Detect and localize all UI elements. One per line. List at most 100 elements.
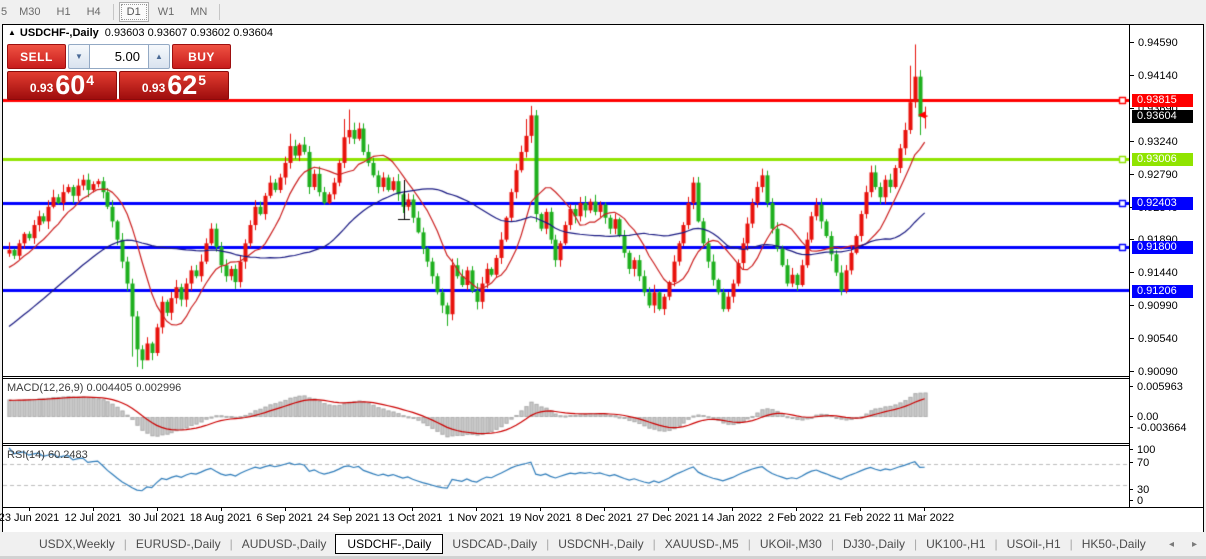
axis-tick xyxy=(1130,338,1134,339)
timeframe-5[interactable]: 5 xyxy=(1,3,10,21)
rsi-value: 60.2483 xyxy=(48,449,88,461)
chart-tab-usdcad-daily[interactable]: USDCAD-,Daily xyxy=(443,534,546,554)
chart-tab-eurusd-daily[interactable]: EURUSD-,Daily xyxy=(127,534,230,554)
timeframe-w1[interactable]: W1 xyxy=(151,3,182,21)
date-tick xyxy=(221,508,222,511)
indicator-axis-label: 0 xyxy=(1129,495,1206,507)
price-axis: 0.945900.941400.936900.932400.927900.923… xyxy=(1129,25,1203,507)
chart-tab-audusd-daily[interactable]: AUDUSD-,Daily xyxy=(233,534,336,554)
axis-tick xyxy=(1130,42,1134,43)
collapse-trade-panel-icon[interactable]: ▲ xyxy=(8,28,16,37)
axis-tick xyxy=(1129,489,1133,490)
date-tick xyxy=(604,508,605,511)
date-axis-label: 13 Oct 2021 xyxy=(382,512,442,524)
date-axis-label: 24 Sep 2021 xyxy=(317,512,379,524)
axis-tick xyxy=(1129,449,1133,450)
scroll-tabs-left-icon[interactable]: ◂ xyxy=(1160,539,1183,550)
rsi-name: RSI(14) xyxy=(7,449,45,461)
price-line-marker: 0.92403 xyxy=(1132,197,1193,210)
price-axis-label: 0.91440 xyxy=(1130,267,1206,279)
timeframe-toolbar: 5M30H1H4 D1W1MN xyxy=(0,0,1206,23)
sell-price-pips: 60 xyxy=(55,72,85,98)
price-line-marker: 0.93604 xyxy=(1132,110,1193,123)
price-line-marker: 0.93006 xyxy=(1132,153,1193,166)
sell-price-prefix: 0.93 xyxy=(30,81,53,95)
axis-tick xyxy=(1129,500,1133,501)
sell-price-point: 4 xyxy=(86,72,94,88)
one-click-trade-panel: SELL ▼ 5.00 ▲ BUY 0.93604 0.93625 xyxy=(7,44,231,100)
scroll-tabs-right-icon[interactable]: ▸ xyxy=(1183,539,1206,550)
axis-tick xyxy=(1129,427,1133,428)
buy-price-pips: 62 xyxy=(167,72,197,98)
date-axis-label: 11 Mar 2022 xyxy=(893,512,954,524)
sell-price-display[interactable]: 0.93604 xyxy=(7,71,117,100)
chart-tab-dj30-daily[interactable]: DJ30-,Daily xyxy=(834,534,914,554)
axis-tick xyxy=(1130,174,1134,175)
chart-tab-usdcnh-daily[interactable]: USDCNH-,Daily xyxy=(549,534,652,554)
macd-name: MACD(12,26,9) xyxy=(7,382,83,394)
axis-tick xyxy=(1130,305,1134,306)
date-tick xyxy=(476,508,477,511)
rsi-label: RSI(14) 60.2483 xyxy=(7,449,88,461)
axis-tick xyxy=(1129,386,1133,387)
timeframe-h4[interactable]: H4 xyxy=(80,3,108,21)
chart-tab-hk50-daily[interactable]: HK50-,Daily xyxy=(1073,534,1155,554)
timeframe-mn[interactable]: MN xyxy=(183,3,214,21)
mt4-terminal: { "toolbar": { "timeframes": [ {"label":… xyxy=(0,0,1206,559)
price-axis-label: 0.90990 xyxy=(1130,300,1206,312)
chart-title: ▲ USDCHF-,Daily 0.93603 0.93607 0.93602 0.… xyxy=(8,27,273,41)
axis-tick xyxy=(1129,462,1133,463)
date-axis-label: 23 Jun 2021 xyxy=(0,512,59,524)
chart-tab-bar: USDX,Weekly|EURUSD-,Daily|AUDUSD-,DailyU… xyxy=(0,532,1206,557)
buy-price-point: 5 xyxy=(198,72,206,88)
volume-increase-button[interactable]: ▲ xyxy=(148,44,170,69)
price-axis-label: 0.92790 xyxy=(1130,169,1206,181)
date-tick xyxy=(157,508,158,511)
date-tick xyxy=(860,508,861,511)
chart-tab-ukoil-m30[interactable]: UKOil-,M30 xyxy=(751,534,831,554)
date-axis-label: 19 Nov 2021 xyxy=(509,512,571,524)
price-line-marker: 0.93815 xyxy=(1132,94,1193,107)
rsi-indicator-canvas[interactable] xyxy=(3,446,1129,507)
buy-price-display[interactable]: 0.93625 xyxy=(119,71,229,100)
volume-decrease-button[interactable]: ▼ xyxy=(68,44,90,69)
date-axis-label: 1 Nov 2021 xyxy=(448,512,504,524)
chart-tab-usdchf-daily[interactable]: USDCHF-,Daily xyxy=(335,534,443,554)
panel-splitter[interactable] xyxy=(3,376,1203,379)
indicator-axis-label: 0.005963 xyxy=(1129,381,1206,393)
buy-price-prefix: 0.93 xyxy=(142,81,165,95)
axis-tick xyxy=(1130,371,1134,372)
date-axis: 23 Jun 202112 Jul 202130 Jul 202118 Aug … xyxy=(3,507,1203,532)
chevron-down-icon: ▼ xyxy=(75,52,83,61)
indicator-axis-label: 100 xyxy=(1129,444,1206,456)
buy-button[interactable]: BUY xyxy=(172,44,231,69)
chart-tab-uk100-h1[interactable]: UK100-,H1 xyxy=(917,534,994,554)
date-tick xyxy=(732,508,733,511)
timeframe-d1[interactable]: D1 xyxy=(119,2,149,22)
indicator-axis-label: -0.003664 xyxy=(1129,422,1206,434)
ohlc-quotes: 0.93603 0.93607 0.93602 0.93604 xyxy=(105,27,273,39)
price-axis-label: 0.94590 xyxy=(1130,37,1206,49)
timeframe-m30[interactable]: M30 xyxy=(12,3,47,21)
volume-input[interactable]: 5.00 xyxy=(90,44,148,69)
chart-tab-usoil-h1[interactable]: USOil-,H1 xyxy=(998,534,1070,554)
date-tick xyxy=(349,508,350,511)
chart-window: 0.945900.941400.936900.932400.927900.923… xyxy=(2,24,1204,532)
chart-tab-xauusd-m5[interactable]: XAUUSD-,M5 xyxy=(656,534,748,554)
sell-button[interactable]: SELL xyxy=(7,44,66,69)
axis-tick xyxy=(1130,75,1134,76)
macd-values: 0.004405 0.002996 xyxy=(86,382,181,394)
date-axis-label: 30 Jul 2021 xyxy=(128,512,185,524)
date-axis-label: 12 Jul 2021 xyxy=(64,512,121,524)
price-line-marker: 0.91800 xyxy=(1132,241,1193,254)
indicator-axis-label: 70 xyxy=(1129,457,1206,469)
date-axis-label: 27 Dec 2021 xyxy=(637,512,699,524)
timeframe-h1[interactable]: H1 xyxy=(50,3,78,21)
axis-tick xyxy=(1130,239,1134,240)
date-axis-label: 14 Jan 2022 xyxy=(702,512,763,524)
symbol-period-label: USDCHF-,Daily xyxy=(20,27,99,39)
macd-label: MACD(12,26,9) 0.004405 0.002996 xyxy=(7,382,181,394)
panel-splitter[interactable] xyxy=(3,443,1203,446)
chart-tab-usdx-weekly[interactable]: USDX,Weekly xyxy=(30,534,124,554)
axis-tick xyxy=(1129,416,1133,417)
